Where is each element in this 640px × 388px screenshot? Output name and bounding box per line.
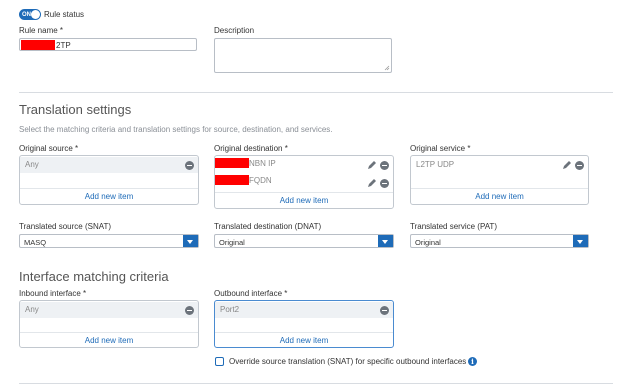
remove-icon[interactable] <box>380 306 389 315</box>
list-item-label: FQDN <box>249 176 272 185</box>
remove-icon[interactable] <box>575 161 584 170</box>
override-snat-checkbox[interactable] <box>215 357 224 366</box>
toggle-on-text: ON <box>22 11 31 18</box>
translated-service-label: Translated service (PAT) <box>410 222 497 231</box>
translated-service-select[interactable]: Original <box>410 234 589 248</box>
select-value: Original <box>219 238 245 247</box>
description-label: Description <box>214 26 255 35</box>
remove-icon[interactable] <box>185 306 194 315</box>
list-item[interactable]: FQDN <box>215 174 393 190</box>
translated-destination-select[interactable]: Original <box>214 234 394 248</box>
translated-source-select[interactable]: MASQ <box>19 234 199 248</box>
original-destination-label: Original destination * <box>214 144 288 153</box>
list-item[interactable]: Any <box>20 302 198 318</box>
add-new-item-button[interactable]: Add new item <box>215 192 393 208</box>
rule-status-label: Rule status <box>44 10 85 19</box>
toggle-knob <box>31 10 40 19</box>
list-item[interactable]: L2TP UDP <box>411 157 588 173</box>
divider <box>19 92 613 93</box>
original-service-label: Original service * <box>410 144 471 153</box>
interface-matching-title: Interface matching criteria <box>19 269 169 284</box>
original-source-list: Any Add new item <box>19 155 199 205</box>
rule-name-value: 2TP <box>56 41 71 50</box>
translated-source-label: Translated source (SNAT) <box>19 222 112 231</box>
chevron-down-icon[interactable] <box>378 235 393 247</box>
original-source-label: Original source * <box>19 144 79 153</box>
list-item-label: Port2 <box>220 305 240 314</box>
remove-icon[interactable] <box>185 161 194 170</box>
add-new-item-button[interactable]: Add new item <box>20 332 198 347</box>
description-textarea[interactable] <box>214 38 392 73</box>
list-item-label: Any <box>25 160 39 169</box>
resize-handle-icon[interactable] <box>384 65 390 71</box>
original-destination-list: NBN IP FQDN Add new item <box>214 155 394 209</box>
edit-pencil-icon[interactable] <box>367 160 377 170</box>
inbound-interface-list: Any Add new item <box>19 300 199 348</box>
redaction-mark <box>215 175 249 185</box>
list-item-label: NBN IP <box>249 159 276 168</box>
chevron-down-icon[interactable] <box>183 235 198 247</box>
redaction-mark <box>21 40 55 50</box>
edit-pencil-icon[interactable] <box>562 160 572 170</box>
translation-settings-subtitle: Select the matching criteria and transla… <box>19 125 333 134</box>
inbound-interface-label: Inbound interface * <box>19 289 87 298</box>
rule-name-input[interactable]: 2TP <box>19 38 197 51</box>
remove-icon[interactable] <box>380 179 389 188</box>
select-value: Original <box>415 238 441 247</box>
redaction-mark <box>215 158 249 168</box>
add-new-item-button[interactable]: Add new item <box>215 332 393 347</box>
outbound-interface-list: Port2 Add new item <box>214 300 394 348</box>
add-new-item-button[interactable]: Add new item <box>20 188 198 204</box>
edit-pencil-icon[interactable] <box>367 178 377 188</box>
info-icon[interactable]: i <box>468 357 477 366</box>
override-snat-label: Override source translation (SNAT) for s… <box>229 357 467 366</box>
chevron-down-icon[interactable] <box>573 235 588 247</box>
list-item[interactable]: Port2 <box>215 302 393 318</box>
list-item-label: L2TP UDP <box>416 160 455 169</box>
translated-destination-label: Translated destination (DNAT) <box>214 222 322 231</box>
outbound-interface-label: Outbound interface * <box>214 289 288 298</box>
translation-settings-title: Translation settings <box>19 102 132 117</box>
list-item[interactable]: Any <box>20 157 198 173</box>
rule-name-label: Rule name * <box>19 26 64 35</box>
list-item-label: Any <box>25 305 39 314</box>
select-value: MASQ <box>24 238 47 247</box>
add-new-item-button[interactable]: Add new item <box>411 188 588 204</box>
remove-icon[interactable] <box>380 161 389 170</box>
divider <box>19 383 613 384</box>
original-service-list: L2TP UDP Add new item <box>410 155 589 205</box>
list-item[interactable]: NBN IP <box>215 157 393 173</box>
rule-status-toggle[interactable]: ON <box>19 9 41 20</box>
